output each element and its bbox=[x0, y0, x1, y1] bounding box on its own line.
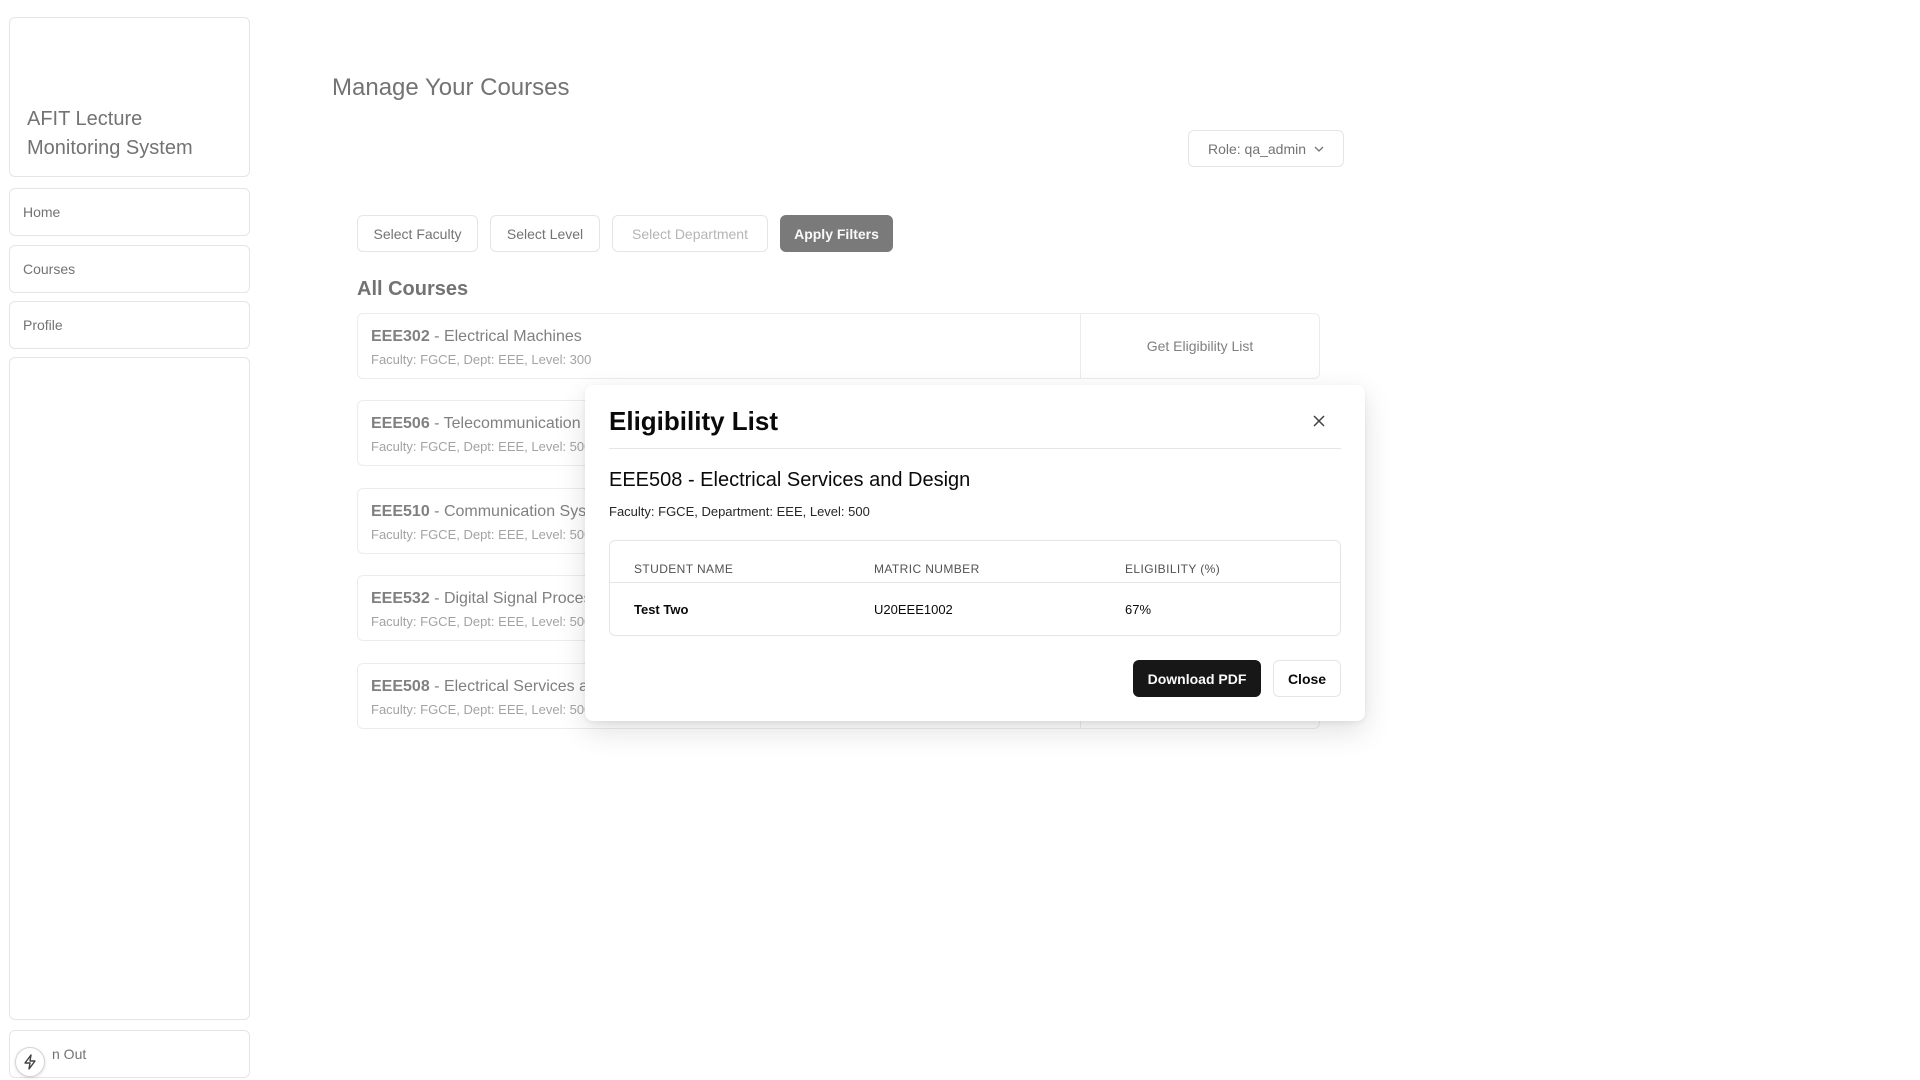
select-department-label: Select Department bbox=[632, 225, 748, 242]
course-name: - Electrical Machines bbox=[429, 328, 582, 345]
select-faculty-button[interactable]: Select Faculty bbox=[357, 215, 478, 252]
bolt-icon[interactable] bbox=[15, 1047, 45, 1077]
select-level-label: Select Level bbox=[506, 225, 584, 242]
dialog-title: Eligibility List bbox=[609, 406, 779, 436]
course-name: - Telecommunication bbox=[429, 415, 581, 432]
course-title: EEE532 - Digital Signal Proces bbox=[371, 590, 592, 608]
download-pdf-button[interactable]: Download PDF bbox=[1133, 660, 1261, 697]
course-name: - Communication Syst bbox=[429, 503, 591, 520]
eligibility-dialog: Eligibility List EEE508 - Electrical Ser… bbox=[585, 385, 1365, 721]
course-code: EEE302 bbox=[371, 328, 430, 345]
course-meta: Faculty: FGCE, Dept: EEE, Level: 500 bbox=[371, 614, 592, 629]
column-header-student-name: Student Name bbox=[634, 562, 734, 576]
course-name: - Electrical Services an bbox=[429, 678, 597, 695]
apply-filters-button[interactable]: Apply Filters bbox=[780, 215, 893, 252]
select-department-button[interactable]: Select Department bbox=[612, 215, 768, 252]
course-card: EEE302 - Electrical Machines Faculty: FG… bbox=[357, 313, 1320, 379]
course-meta: Faculty: FGCE, Dept: EEE, Level: 300 bbox=[371, 352, 592, 367]
sidebar-spacer bbox=[9, 357, 250, 1020]
column-header-matric-number: Matric Number bbox=[874, 562, 980, 576]
course-title: EEE506 - Telecommunication bbox=[371, 415, 581, 433]
table-divider bbox=[610, 582, 1340, 583]
sign-out-button[interactable]: n Out bbox=[9, 1030, 250, 1078]
get-eligibility-list-button[interactable]: Get Eligibility List bbox=[1080, 314, 1319, 378]
course-title: EEE302 - Electrical Machines bbox=[371, 328, 582, 346]
sidebar-brand-card: AFIT Lecture Monitoring System bbox=[9, 17, 250, 177]
course-code: EEE506 bbox=[371, 415, 430, 432]
dialog-course-title: EEE508 - Electrical Services and Design bbox=[609, 469, 971, 491]
course-title: EEE510 - Communication Syst bbox=[371, 503, 591, 521]
sidebar-item-label: Profile bbox=[23, 317, 63, 333]
student-name-cell: Test Two bbox=[634, 602, 689, 617]
page-title: Manage Your Courses bbox=[332, 74, 570, 101]
app-title: AFIT Lecture Monitoring System bbox=[27, 108, 193, 159]
chevron-down-icon bbox=[1314, 146, 1324, 152]
close-label: Close bbox=[1287, 670, 1327, 687]
sidebar-item-courses[interactable]: Courses bbox=[9, 245, 250, 293]
sidebar-item-home[interactable]: Home bbox=[9, 188, 250, 236]
select-faculty-label: Select Faculty bbox=[373, 225, 462, 242]
dialog-course-meta: Faculty: FGCE, Department: EEE, Level: 5… bbox=[609, 504, 870, 519]
course-code: EEE510 bbox=[371, 503, 430, 520]
course-code: EEE532 bbox=[371, 590, 430, 607]
course-code: EEE508 bbox=[371, 678, 430, 695]
course-name: - Digital Signal Proces bbox=[429, 590, 592, 607]
all-courses-heading: All Courses bbox=[357, 278, 469, 300]
course-meta: Faculty: FGCE, Dept: EEE, Level: 500 bbox=[371, 702, 592, 717]
download-pdf-label: Download PDF bbox=[1147, 670, 1247, 687]
dialog-divider bbox=[609, 448, 1341, 449]
sidebar-item-label: Courses bbox=[23, 261, 76, 277]
column-header-eligibility: Eligibility (%) bbox=[1125, 562, 1221, 576]
role-label: Role: qa_admin bbox=[1207, 140, 1307, 157]
course-title: EEE508 - Electrical Services an bbox=[371, 678, 597, 696]
course-meta: Faculty: FGCE, Dept: EEE, Level: 500 bbox=[371, 439, 592, 454]
eligibility-cell: 67% bbox=[1125, 602, 1152, 617]
close-icon[interactable] bbox=[1307, 409, 1331, 433]
apply-filters-label: Apply Filters bbox=[794, 225, 879, 242]
role-dropdown[interactable]: Role: qa_admin bbox=[1188, 130, 1344, 167]
select-level-button[interactable]: Select Level bbox=[490, 215, 600, 252]
course-meta: Faculty: FGCE, Dept: EEE, Level: 500 bbox=[371, 527, 592, 542]
close-button[interactable]: Close bbox=[1273, 660, 1341, 697]
sidebar-item-label: Home bbox=[23, 204, 61, 220]
sidebar-item-profile[interactable]: Profile bbox=[9, 301, 250, 349]
sign-out-label: n Out bbox=[52, 1046, 87, 1062]
eligibility-table: Student Name Matric Number Eligibility (… bbox=[609, 540, 1341, 636]
matric-number-cell: U20EEE1002 bbox=[874, 602, 953, 617]
